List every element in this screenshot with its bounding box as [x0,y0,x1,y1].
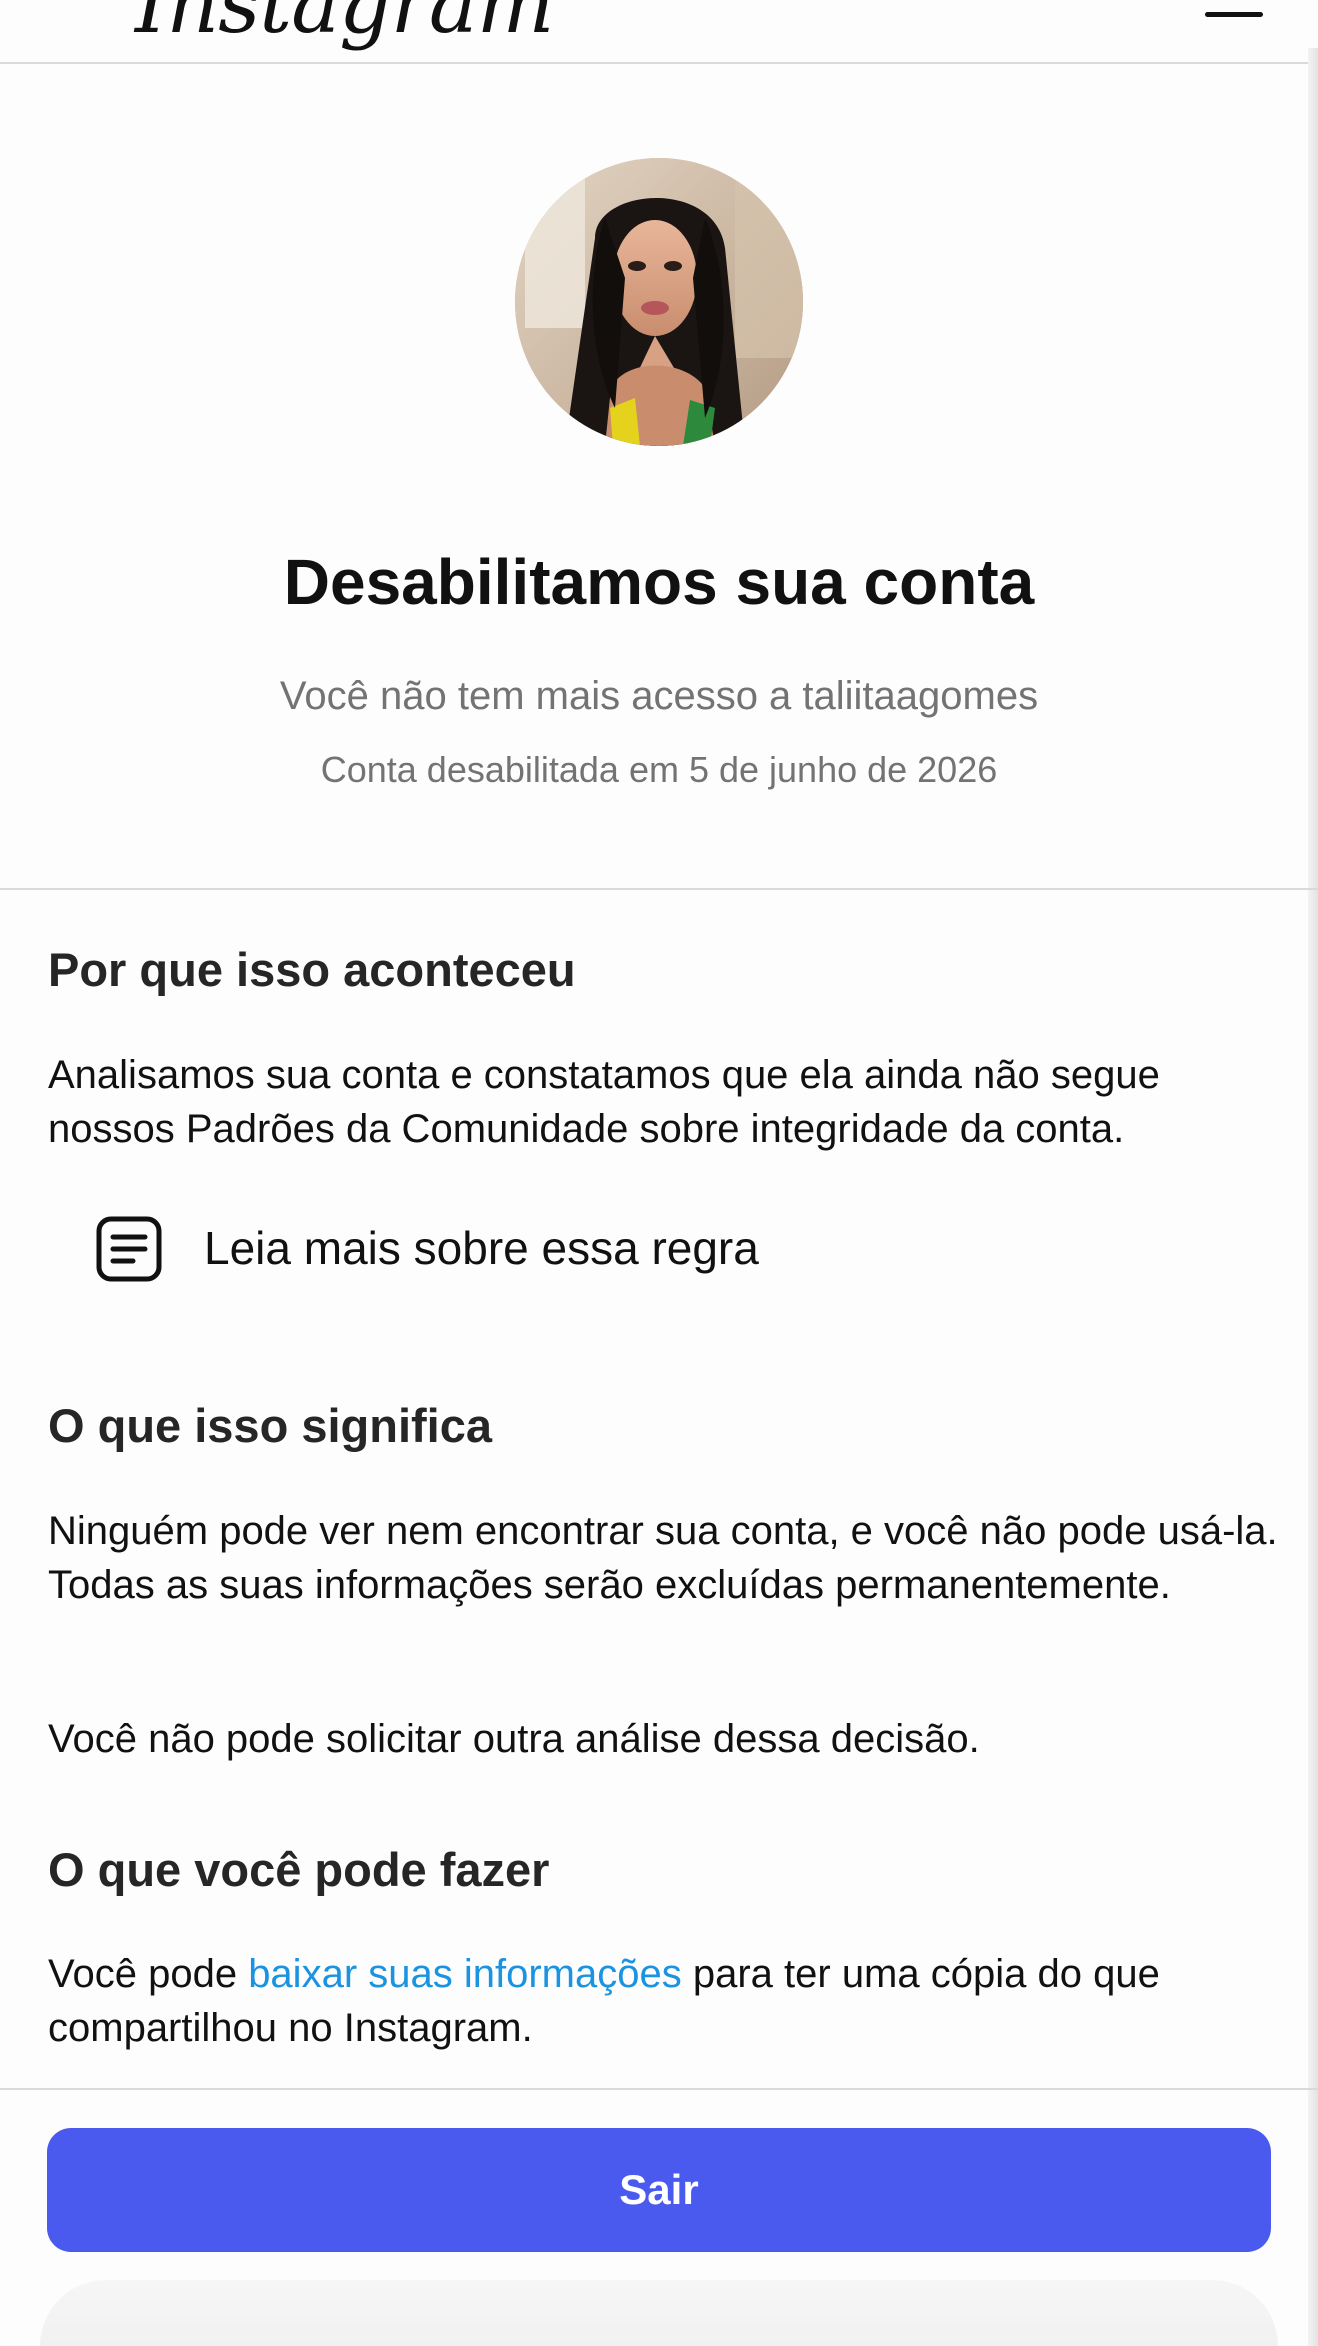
section-divider [0,888,1318,890]
hamburger-menu-icon[interactable] [1202,0,1266,40]
menu-bar [1205,12,1263,17]
actions-body: Você pode baixar suas informações para t… [48,1947,1278,2055]
meaning-body: Ninguém pode ver nem encontrar sua conta… [48,1509,1278,1607]
download-info-link[interactable]: baixar suas informações [248,1952,682,1996]
actions-heading: O que você pode fazer [48,1843,550,1896]
meaning-heading: O que isso significa [48,1399,492,1452]
bottom-sheet-edge [40,2280,1278,2346]
actions-body-prefix: Você pode [48,1952,249,1996]
profile-photo-avatar [515,158,803,446]
disabled-date-text: Conta desabilitada em 5 de junho de 2026 [320,749,998,790]
scroll-edge [1308,48,1318,2346]
page-title: Desabilitamos sua conta [283,546,1035,618]
no-review-text: Você não pode solicitar outra análise de… [48,1717,980,1761]
read-rule-link[interactable]: Leia mais sobre essa regra [96,1212,856,1286]
why-body: Analisamos sua conta e constatamos que e… [48,1053,1160,1151]
exit-button[interactable]: Sair [47,2128,1271,2252]
document-icon [96,1216,162,1282]
footer-divider [0,2088,1318,2090]
why-heading: Por que isso aconteceu [48,943,576,996]
instagram-logo[interactable]: Instagram [135,0,554,46]
read-rule-label: Leia mais sobre essa regra [204,1222,759,1274]
account-access-message: Você não tem mais acesso a taliitaagomes [279,674,1039,718]
profile-photo [515,158,803,446]
top-header: Instagram [0,0,1318,64]
